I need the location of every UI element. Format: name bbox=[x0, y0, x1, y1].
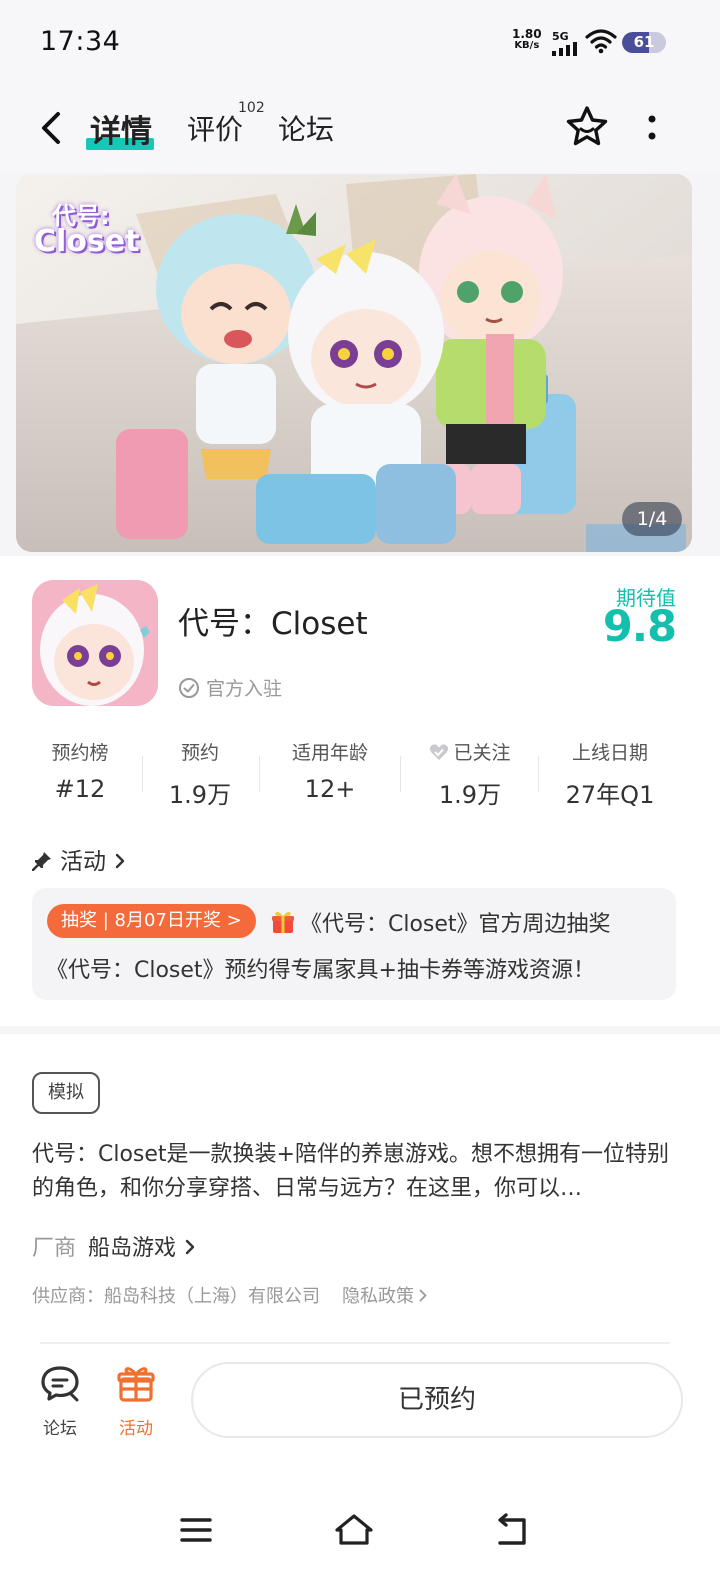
app-icon bbox=[32, 580, 158, 706]
stat-value: #12 bbox=[54, 775, 106, 803]
stat-divider bbox=[400, 756, 401, 792]
game-logo: 代号: Closet bbox=[34, 192, 142, 270]
activity-section-header[interactable]: 活动 bbox=[32, 842, 126, 876]
stat-value: 12+ bbox=[304, 775, 356, 803]
status-time: 17:34 bbox=[40, 26, 121, 57]
stat-value: 1.9万 bbox=[438, 781, 502, 809]
stat-label: 已关注 bbox=[453, 742, 511, 764]
forum-label: 论坛 bbox=[43, 1419, 77, 1439]
stats-row: 预约榜 #12 预约 1.9万 适用年龄 12+ 已关注 1.9万 上线日期 2… bbox=[0, 738, 720, 810]
game-info-card: 代号：Closet 官方入驻 期待值 9.8 预约榜 #12 预约 1.9万 适… bbox=[0, 556, 720, 1026]
gift-box-icon bbox=[117, 1367, 155, 1402]
favorite-star-icon[interactable] bbox=[564, 104, 610, 150]
wifi-icon bbox=[585, 29, 617, 54]
stat-reserve-rank[interactable]: 预约榜 #12 bbox=[30, 738, 130, 803]
stat-age-rating: 适用年龄 12+ bbox=[270, 738, 390, 803]
tab-review[interactable]: 评价 bbox=[187, 108, 243, 148]
game-description[interactable]: 代号：Closet是一款换装+陪伴的养崽游戏。想不想拥有一位特别的角色，和你分享… bbox=[32, 1138, 672, 1206]
stat-divider bbox=[142, 756, 143, 792]
net-speed-unit: KB/s bbox=[514, 40, 540, 51]
forum-button[interactable]: 论坛 bbox=[30, 1364, 90, 1439]
activity-card[interactable]: 抽奖 | 8月07日开奖 > 《代号：Closet》官方周边抽奖 《代号：Clo… bbox=[32, 888, 676, 1000]
vendor-name: 船岛游戏 bbox=[88, 1236, 177, 1261]
reserved-button[interactable]: 已预约 bbox=[191, 1362, 683, 1438]
followers-label: 已关注 bbox=[410, 738, 530, 765]
stat-divider bbox=[259, 756, 260, 792]
stat-label: 预约 bbox=[180, 742, 219, 764]
home-icon[interactable] bbox=[334, 1510, 374, 1550]
battery-icon: 61 bbox=[622, 32, 666, 53]
chat-bubble-icon bbox=[41, 1366, 79, 1402]
game-logo-line2: Closet bbox=[34, 224, 140, 259]
supplier-text: 供应商：船岛科技（上海）有限公司 bbox=[32, 1286, 320, 1307]
system-nav-bar bbox=[0, 1466, 720, 1595]
activity-title: 《代号：Closet》官方周边抽奖 bbox=[270, 906, 611, 938]
stat-label: 适用年龄 bbox=[291, 742, 368, 764]
activity-heading: 活动 bbox=[60, 849, 106, 875]
menu-icon[interactable] bbox=[176, 1510, 216, 1550]
net-speed: 1.80 KB/s bbox=[512, 28, 542, 52]
chevron-right-icon bbox=[115, 853, 125, 869]
privacy-policy-link[interactable]: 隐私政策 bbox=[342, 1286, 428, 1307]
battery-level: 61 bbox=[633, 33, 655, 51]
back-icon[interactable] bbox=[492, 1510, 532, 1550]
heart-icon bbox=[430, 744, 449, 760]
game-title: 代号：Closet bbox=[178, 606, 368, 642]
stat-value: 1.9万 bbox=[168, 781, 232, 809]
chevron-right-icon bbox=[419, 1289, 427, 1302]
gift-icon bbox=[272, 911, 294, 933]
verified-badge: 官方入驻 bbox=[178, 674, 282, 701]
vendor-row[interactable]: 厂商 船岛游戏 bbox=[32, 1230, 196, 1262]
activity-button[interactable]: 活动 bbox=[106, 1364, 166, 1439]
back-arrow-icon[interactable] bbox=[36, 108, 72, 148]
stat-reservations: 预约 1.9万 bbox=[150, 738, 250, 810]
expect-score: 9.8 bbox=[602, 602, 677, 652]
status-bar: 17:34 1.80 KB/s 5G 61 bbox=[0, 0, 720, 86]
stat-followers[interactable]: 已关注 1.9万 bbox=[410, 738, 530, 810]
genre-tag[interactable]: 模拟 bbox=[32, 1072, 100, 1114]
stat-divider bbox=[538, 756, 539, 792]
divider bbox=[40, 1342, 670, 1344]
bottom-action-bar: 论坛 活动 已预约 bbox=[0, 1342, 720, 1466]
stat-release-date: 上线日期 27年Q1 bbox=[550, 738, 670, 810]
tab-forum[interactable]: 论坛 bbox=[278, 108, 334, 148]
top-nav: 详情 评价 102 论坛 bbox=[0, 86, 720, 172]
more-icon[interactable] bbox=[642, 112, 662, 146]
review-count-badge: 102 bbox=[238, 100, 265, 116]
activity-subtitle: 《代号：Closet》预约得专属家具+抽卡券等游戏资源！ bbox=[46, 958, 595, 983]
vendor-label: 厂商 bbox=[32, 1236, 77, 1261]
game-description-section: 模拟 代号：Closet是一款换装+陪伴的养崽游戏。想不想拥有一位特别的角色，和… bbox=[0, 1034, 720, 1342]
net-speed-value: 1.80 bbox=[512, 27, 542, 41]
verified-text: 官方入驻 bbox=[206, 678, 283, 700]
signal-icon bbox=[552, 42, 577, 56]
lottery-tag: 抽奖 | 8月07日开奖 > bbox=[47, 904, 256, 938]
banner-pager: 1/4 bbox=[622, 502, 682, 536]
activity-title-text: 《代号：Closet》官方周边抽奖 bbox=[300, 912, 611, 937]
pin-icon bbox=[32, 852, 51, 871]
activity-label: 活动 bbox=[119, 1419, 153, 1439]
chevron-right-icon bbox=[185, 1239, 195, 1255]
privacy-policy-label: 隐私政策 bbox=[342, 1286, 414, 1307]
check-circle-icon bbox=[179, 678, 199, 698]
stat-value: 27年Q1 bbox=[565, 781, 655, 809]
stat-label: 上线日期 bbox=[571, 742, 648, 764]
stat-label: 预约榜 bbox=[51, 742, 109, 764]
tab-detail[interactable]: 详情 bbox=[90, 106, 152, 151]
banner-carousel[interactable]: 代号: Closet 1/4 bbox=[16, 174, 692, 552]
supplier-row: 供应商：船岛科技（上海）有限公司 隐私政策 bbox=[32, 1282, 428, 1308]
